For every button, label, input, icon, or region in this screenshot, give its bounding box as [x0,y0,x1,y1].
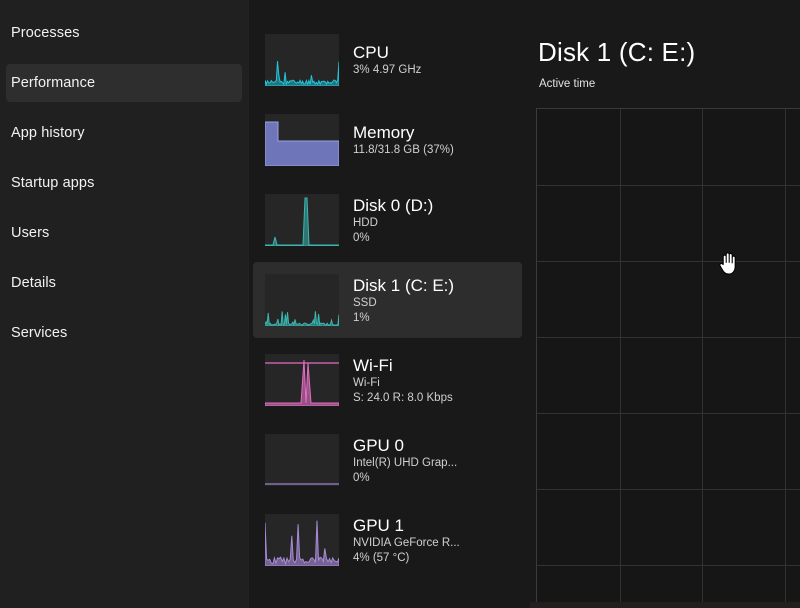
resource-title: Disk 1 (C: E:) [353,275,455,295]
resource-title: Disk 0 (D:) [353,195,434,215]
page-title: Disk 1 (C: E:) [538,37,696,67]
chart-gridline-horizontal [537,489,800,490]
resource-detail-line-2: 1% [353,311,370,324]
resource-detail-line-2: S: 24.0 R: 8.0 Kbps [353,391,453,404]
resource-detail-line-1: Wi-Fi [353,376,380,389]
active-time-chart[interactable] [536,108,800,602]
task-manager-window: Processes Performance App history Startup a… [0,0,800,608]
sidebar-item-performance[interactable]: Performance [6,64,242,102]
sparkline-graph [265,434,339,486]
sidebar-item-label: Processes [11,25,80,41]
resource-text: Disk 1 (C: E:) SSD 1% [353,275,454,326]
resource-text: Memory 11.8/31.8 GB (37%) [353,122,454,158]
resource-detail-line-2: 0% [353,471,370,484]
resource-text: GPU 1 NVIDIA GeForce R... 4% (57 °C) [353,515,460,566]
sidebar-item-startup-apps[interactable]: Startup apps [6,164,242,202]
window-bottom-edge [530,602,800,608]
resource-row-disk-1-c-e-[interactable]: Disk 1 (C: E:) SSD 1% [253,262,522,338]
resource-row-gpu-0[interactable]: GPU 0 Intel(R) UHD Grap... 0% [253,422,522,498]
resource-detail-line-1: NVIDIA GeForce R... [353,536,460,549]
sidebar-item-label: Users [11,225,50,241]
resource-text: Wi-Fi Wi-Fi S: 24.0 R: 8.0 Kbps [353,355,453,406]
resource-row-wi-fi[interactable]: Wi-Fi Wi-Fi S: 24.0 R: 8.0 Kbps [253,342,522,418]
sidebar-item-processes[interactable]: Processes [6,14,242,52]
chart-axis-label: Active time [539,78,596,90]
sidebar-item-label: App history [11,125,85,141]
chart-gridline-horizontal [537,565,800,566]
sparkline-graph [265,514,339,566]
resource-text: GPU 0 Intel(R) UHD Grap... 0% [353,435,457,486]
sidebar-item-label: Services [11,325,68,341]
resource-detail-line-2: 4% (57 °C) [353,551,410,564]
resource-row-memory[interactable]: Memory 11.8/31.8 GB (37%) [253,102,522,178]
sidebar-item-app-history[interactable]: App history [6,114,242,152]
sidebar-item-users[interactable]: Users [6,214,242,252]
resource-title: Wi-Fi [353,355,393,375]
chart-gridline-vertical [620,109,621,602]
sidebar-item-label: Startup apps [11,175,95,191]
resource-list: CPU 3% 4.97 GHz Memory 11.8/31.8 GB (37%) Di… [248,0,530,608]
resource-detail-line-1: HDD [353,216,378,229]
resource-title: GPU 0 [353,435,405,455]
sparkline-graph [265,114,339,166]
navigation-sidebar: Processes Performance App history Startup a… [0,0,248,608]
resource-detail-line-1: SSD [353,296,377,309]
chart-gridline-horizontal [537,261,800,262]
chart-gridline-vertical [702,109,703,602]
resource-detail-line-2: 0% [353,231,370,244]
resource-row-disk-0-d-[interactable]: Disk 0 (D:) HDD 0% [253,182,522,258]
resource-detail-line-1: 11.8/31.8 GB (37%) [353,144,454,156]
detail-pane: Disk 1 (C: E:) Active time [530,0,800,608]
chart-gridline-vertical [785,109,786,602]
resource-detail-line-1: Intel(R) UHD Grap... [353,456,458,469]
sidebar-item-label: Performance [11,75,96,91]
chart-gridline-horizontal [537,413,800,414]
sparkline-graph [265,34,339,86]
resource-text: Disk 0 (D:) HDD 0% [353,195,433,246]
resource-title: CPU [353,43,389,62]
resource-title: GPU 1 [353,515,405,535]
sidebar-item-details[interactable]: Details [6,264,242,302]
chart-gridline-horizontal [537,185,800,186]
sparkline-graph [265,354,339,406]
chart-gridline-horizontal [537,337,800,338]
resource-row-gpu-1[interactable]: GPU 1 NVIDIA GeForce R... 4% (57 °C) [253,502,522,578]
sidebar-item-services[interactable]: Services [6,314,242,352]
resource-text: CPU 3% 4.97 GHz [353,42,421,78]
resource-detail-line-1: 3% 4.97 GHz [353,64,422,76]
resource-row-cpu[interactable]: CPU 3% 4.97 GHz [253,22,522,98]
sparkline-graph [265,274,339,326]
resource-title: Memory [353,123,415,142]
sparkline-graph [265,194,339,246]
sidebar-item-label: Details [11,275,57,291]
